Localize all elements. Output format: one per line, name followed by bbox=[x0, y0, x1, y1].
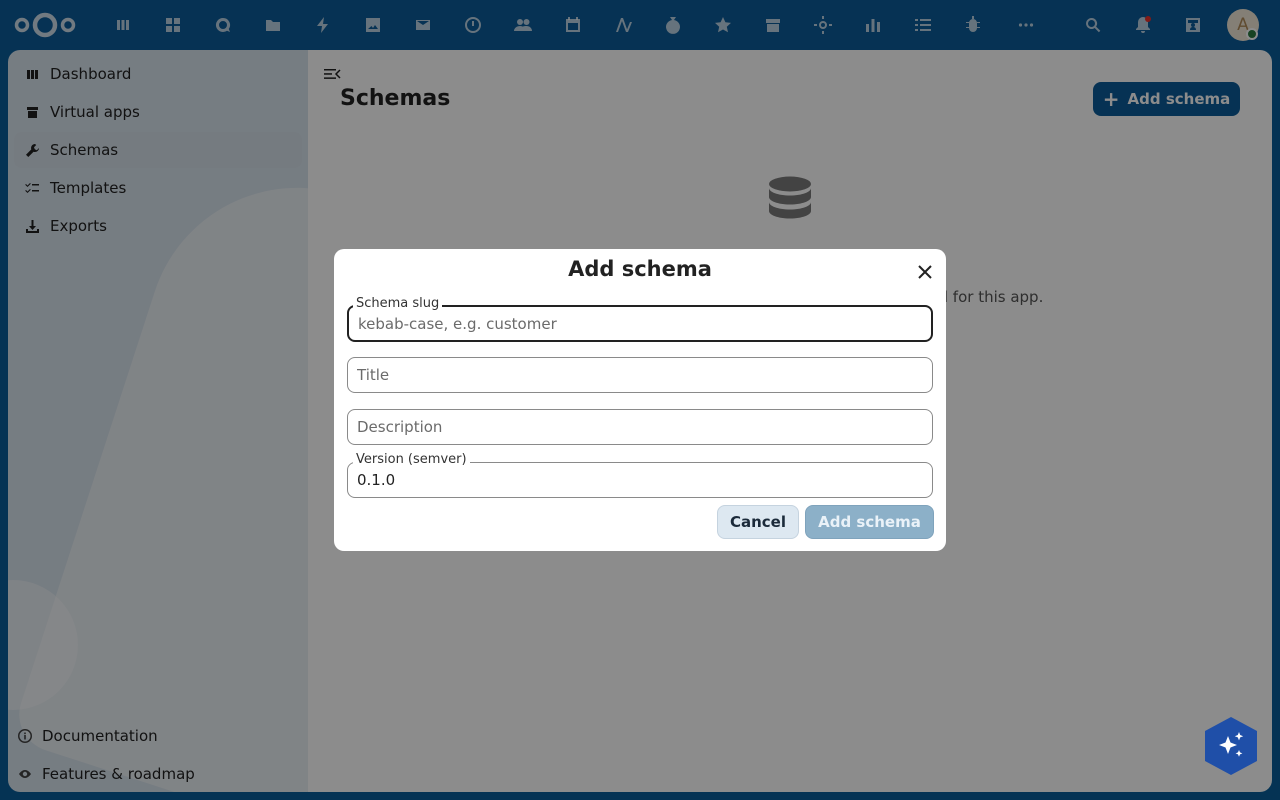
description-input[interactable] bbox=[347, 409, 933, 445]
version-label: Version (semver) bbox=[353, 453, 470, 467]
close-icon bbox=[918, 265, 932, 279]
assistant-button[interactable] bbox=[1204, 716, 1258, 776]
add-schema-dialog: Add schema Schema slug Version (semver) … bbox=[334, 249, 946, 551]
add-schema-submit-button[interactable]: Add schema bbox=[805, 505, 934, 539]
schema-slug-label: Schema slug bbox=[353, 297, 443, 311]
version-input[interactable] bbox=[347, 462, 933, 498]
close-dialog-button[interactable] bbox=[912, 259, 938, 285]
title-input[interactable] bbox=[347, 357, 933, 393]
cancel-button[interactable]: Cancel bbox=[717, 505, 799, 539]
dialog-title: Add schema bbox=[568, 257, 712, 281]
